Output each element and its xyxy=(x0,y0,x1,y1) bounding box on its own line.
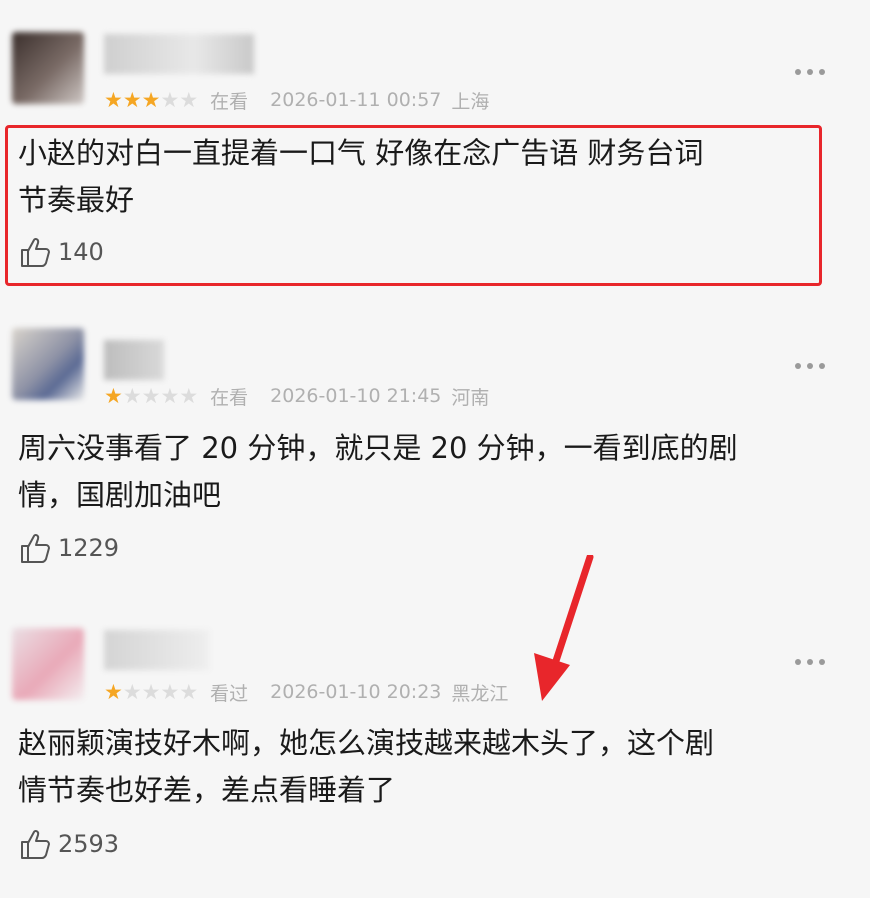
review-text: 赵丽颖演技好木啊，她怎么演技越来越木头了，这个剧 情节奏也好差，差点看睡着了 xyxy=(18,720,838,814)
review-text-line: 情，国剧加油吧 xyxy=(18,478,222,512)
rating-stars: ★ ★ ★ ★ ★ xyxy=(104,383,199,408)
review-meta: ★ ★ ★ ★ ★ 在看 2026-01-11 00:57 上海 xyxy=(104,86,489,114)
star-icon: ★ xyxy=(141,87,161,112)
star-icon: ★ xyxy=(179,679,199,704)
star-icon: ★ xyxy=(141,383,161,408)
star-icon: ★ xyxy=(122,679,142,704)
star-icon: ★ xyxy=(104,87,123,112)
star-icon: ★ xyxy=(122,383,142,408)
star-icon: ★ xyxy=(104,383,123,408)
watch-status: 在看 xyxy=(210,386,249,409)
like-button[interactable]: 2593 xyxy=(18,824,119,864)
star-icon: ★ xyxy=(104,679,123,704)
annotation-arrow-icon xyxy=(534,555,594,701)
username-blurred[interactable] xyxy=(104,34,254,74)
username-blurred[interactable] xyxy=(104,630,209,670)
thumbs-up-icon xyxy=(21,830,50,859)
like-button[interactable]: 1229 xyxy=(18,528,119,568)
star-icon: ★ xyxy=(179,383,199,408)
review-location: 河南 xyxy=(451,386,490,409)
more-icon xyxy=(795,363,801,369)
more-options-button[interactable] xyxy=(790,62,830,82)
review-datetime: 2026-01-10 20:23 xyxy=(270,681,442,703)
star-icon: ★ xyxy=(160,679,180,704)
review-meta: ★ ★ ★ ★ ★ 在看 2026-01-10 21:45 河南 xyxy=(104,382,489,410)
review-text-line: 赵丽颖演技好木啊，她怎么演技越来越木头了，这个剧 xyxy=(18,726,715,760)
highlight-box xyxy=(5,125,822,286)
review-datetime: 2026-01-10 21:45 xyxy=(270,385,442,407)
rating-stars: ★ ★ ★ ★ ★ xyxy=(104,87,199,112)
avatar[interactable] xyxy=(12,628,84,700)
star-icon: ★ xyxy=(160,87,180,112)
star-icon: ★ xyxy=(141,679,161,704)
more-icon xyxy=(795,69,801,75)
review-datetime: 2026-01-11 00:57 xyxy=(270,89,442,111)
avatar[interactable] xyxy=(12,32,84,104)
watch-status: 看过 xyxy=(210,682,249,705)
watch-status: 在看 xyxy=(210,90,249,113)
avatar[interactable] xyxy=(12,328,84,400)
like-count: 1229 xyxy=(58,534,120,562)
review-location: 上海 xyxy=(451,90,490,113)
star-icon: ★ xyxy=(122,87,142,112)
username-blurred[interactable] xyxy=(104,340,164,380)
more-icon xyxy=(795,659,801,665)
more-options-button[interactable] xyxy=(790,356,830,376)
star-icon: ★ xyxy=(160,383,180,408)
review-meta: ★ ★ ★ ★ ★ 看过 2026-01-10 20:23 黑龙江 xyxy=(104,678,508,706)
more-options-button[interactable] xyxy=(790,652,830,672)
like-count: 2593 xyxy=(58,830,120,858)
review-text-line: 情节奏也好差，差点看睡着了 xyxy=(18,773,396,807)
review-location: 黑龙江 xyxy=(451,682,509,705)
review-text-line: 周六没事看了 20 分钟，就只是 20 分钟，一看到底的剧 xyxy=(18,431,738,465)
star-icon: ★ xyxy=(179,87,199,112)
rating-stars: ★ ★ ★ ★ ★ xyxy=(104,679,199,704)
review-text: 周六没事看了 20 分钟，就只是 20 分钟，一看到底的剧 情，国剧加油吧 xyxy=(18,425,838,519)
thumbs-up-icon xyxy=(21,534,50,563)
